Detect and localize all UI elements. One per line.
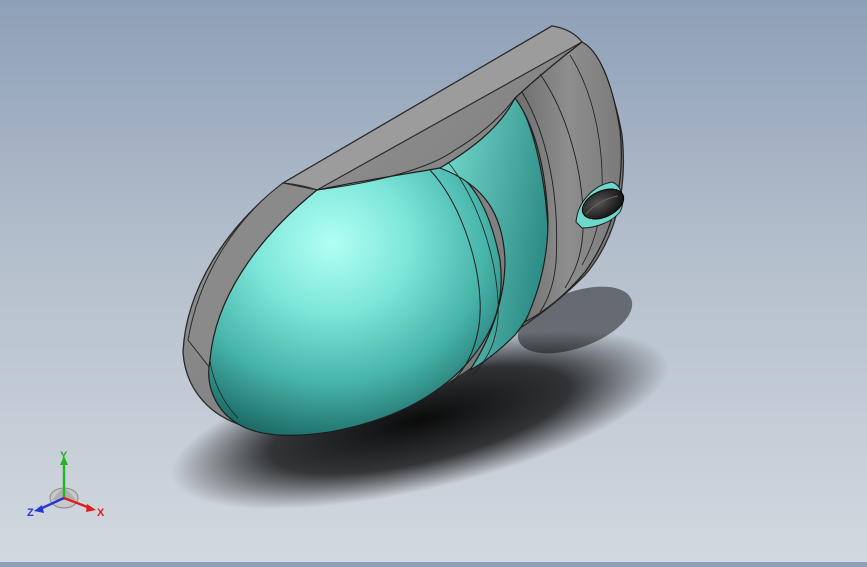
z-axis-label: Z (27, 507, 34, 519)
mouse-model-render[interactable] (0, 0, 867, 562)
x-axis-label: X (97, 507, 105, 519)
y-axis-label: Y (60, 450, 68, 462)
model-viewport[interactable]: Y X Z (0, 0, 867, 562)
reference-triad-icon: Y X Z (26, 448, 106, 520)
